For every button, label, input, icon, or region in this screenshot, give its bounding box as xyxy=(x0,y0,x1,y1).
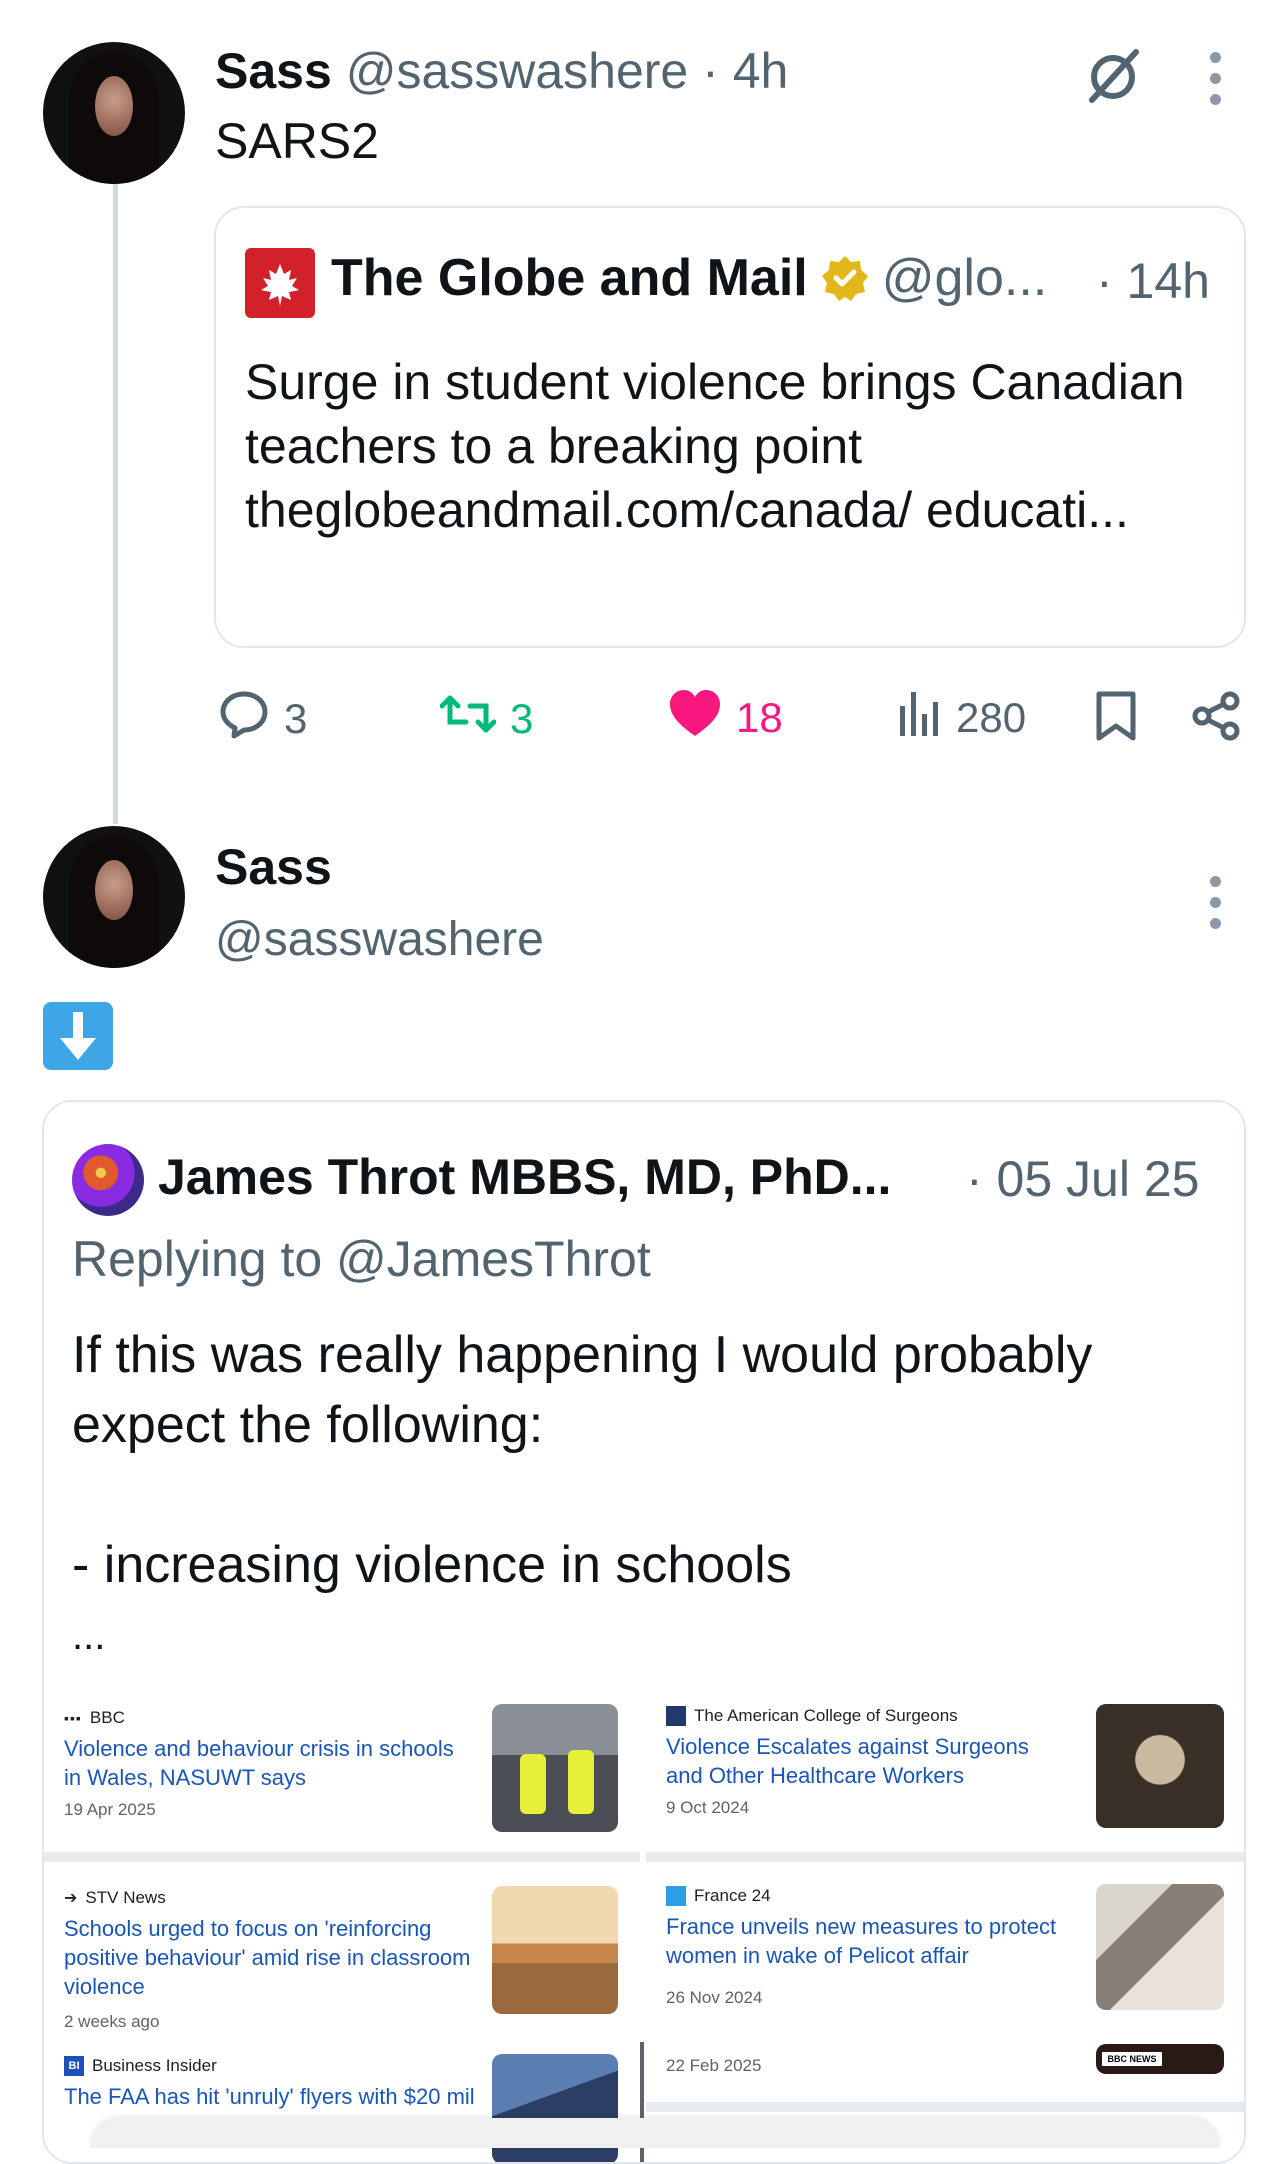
more-icon[interactable] xyxy=(1210,52,1222,115)
news-thumbnail: BBC NEWS xyxy=(1096,2044,1224,2074)
author-handle[interactable]: @sasswashere xyxy=(346,43,689,99)
news-card[interactable]: The American College of Surgeons Violenc… xyxy=(646,1682,1244,1852)
news-source: ➔ STV News xyxy=(64,1888,166,1908)
news-thumbnail xyxy=(492,1886,618,2014)
news-date: 19 Apr 2025 xyxy=(64,1800,156,1819)
reply-button[interactable]: 3 xyxy=(218,688,307,750)
reply-icon xyxy=(218,688,270,750)
thread-line xyxy=(113,184,118,824)
author-name[interactable]: Sass xyxy=(215,43,332,99)
divider xyxy=(646,2102,1244,2112)
news-date: 22 Feb 2025 xyxy=(666,2056,762,2075)
acs-icon xyxy=(666,1706,686,1726)
news-title[interactable]: The FAA has hit 'unruly' flyers with $20… xyxy=(64,2082,484,2111)
news-source: ▪▪▪ BBC xyxy=(64,1708,125,1728)
post-header: Sass @sasswashere · 4h xyxy=(215,42,788,100)
news-source-label: The American College of Surgeons xyxy=(694,1706,958,1725)
like-button[interactable]: 18 xyxy=(668,688,783,748)
repost-count: 3 xyxy=(510,695,534,742)
news-date: 26 Nov 2024 xyxy=(666,1988,763,2007)
repost-icon xyxy=(439,688,497,750)
news-date: 2 weeks ago xyxy=(64,2012,160,2031)
news-thumbnail xyxy=(1096,1884,1224,2010)
views-button[interactable]: 280 xyxy=(898,688,1026,748)
news-card[interactable]: ➔ STV News Schools urged to focus on 're… xyxy=(44,1862,640,2032)
globe-logo xyxy=(245,248,315,318)
embedded-text-2: expect the following: xyxy=(72,1396,544,1454)
france24-icon xyxy=(666,1886,686,1906)
repost-button[interactable]: 3 xyxy=(439,688,534,750)
news-thumbnail xyxy=(1096,1704,1224,1828)
news-title[interactable]: Violence and behaviour crisis in schools… xyxy=(64,1734,464,1792)
quote-text[interactable]: Surge in student violence brings Canadia… xyxy=(245,350,1205,542)
embedded-screenshot[interactable]: James Throt MBBS, MD, PhD... · 05 Jul 25… xyxy=(42,1100,1246,2164)
embedded-text-3: - increasing violence in schools xyxy=(72,1536,792,1594)
divider xyxy=(44,1852,640,1862)
post-text: SARS2 xyxy=(215,113,379,169)
news-source-label: STV News xyxy=(85,1888,166,1907)
news-date: 9 Oct 2024 xyxy=(666,1798,750,1817)
news-source-label: BBC xyxy=(89,1708,125,1727)
bottom-sheet-edge xyxy=(90,2118,1220,2148)
avatar[interactable] xyxy=(43,826,185,968)
news-card[interactable]: France 24 France unveils new measures to… xyxy=(646,1862,1244,2032)
views-icon xyxy=(898,688,942,748)
news-source: France 24 xyxy=(666,1886,771,1906)
share-icon[interactable] xyxy=(1190,690,1242,747)
quote-header: The Globe and Mail @glo... xyxy=(331,248,1047,308)
grok-icon[interactable] xyxy=(1082,44,1144,106)
bookmark-icon[interactable] xyxy=(1094,690,1138,747)
avatar[interactable] xyxy=(43,42,185,184)
news-source-label: Business Insider xyxy=(92,2056,217,2075)
news-thumbnail xyxy=(492,1704,618,1832)
like-count: 18 xyxy=(736,694,783,741)
embedded-ellipsis: ... xyxy=(72,1614,106,1658)
author-handle[interactable]: @sasswashere xyxy=(215,912,544,967)
news-title[interactable]: Schools urged to focus on 'reinforcing p… xyxy=(64,1914,484,2001)
divider xyxy=(646,1852,1244,1862)
replying-to: Replying to @JamesThrot xyxy=(72,1231,651,1287)
news-source: BI Business Insider xyxy=(64,2056,217,2076)
time-separator: · xyxy=(702,43,719,99)
embedded-author: James Throt MBBS, MD, PhD... xyxy=(158,1149,892,1205)
embedded-text-1: If this was really happening I would pro… xyxy=(72,1326,1093,1384)
news-source-label: France 24 xyxy=(694,1886,771,1905)
avatar-face xyxy=(95,860,133,920)
news-source: The American College of Surgeons xyxy=(666,1706,958,1726)
business-insider-icon: BI xyxy=(64,2056,84,2076)
news-card[interactable]: ▪▪▪ BBC Violence and behaviour crisis in… xyxy=(44,1682,640,1852)
avatar-face xyxy=(95,76,133,136)
quoted-post[interactable]: The Globe and Mail @glo... · 14h Surge i… xyxy=(214,206,1246,648)
views-count: 280 xyxy=(956,694,1027,741)
post-time[interactable]: 4h xyxy=(733,43,789,99)
news-title[interactable]: Violence Escalates against Surgeons and … xyxy=(666,1732,1066,1790)
author-name[interactable]: Sass xyxy=(215,838,332,896)
quote-time: · 14h xyxy=(1096,253,1210,309)
embedded-time: · 05 Jul 25 xyxy=(966,1151,1200,1207)
down-arrow-emoji xyxy=(43,1002,113,1070)
source-name[interactable]: The Globe and Mail xyxy=(331,248,808,308)
verified-icon xyxy=(820,253,870,303)
news-title[interactable]: France unveils new measures to protect w… xyxy=(666,1912,1086,1970)
bbc-icon: ▪▪▪ xyxy=(64,1710,82,1726)
more-icon[interactable] xyxy=(1210,876,1222,939)
source-handle[interactable]: @glo... xyxy=(882,248,1048,308)
heart-icon xyxy=(668,688,722,748)
embedded-avatar xyxy=(72,1144,144,1216)
reply-count: 3 xyxy=(284,695,308,742)
stv-icon: ➔ xyxy=(64,1890,78,1907)
